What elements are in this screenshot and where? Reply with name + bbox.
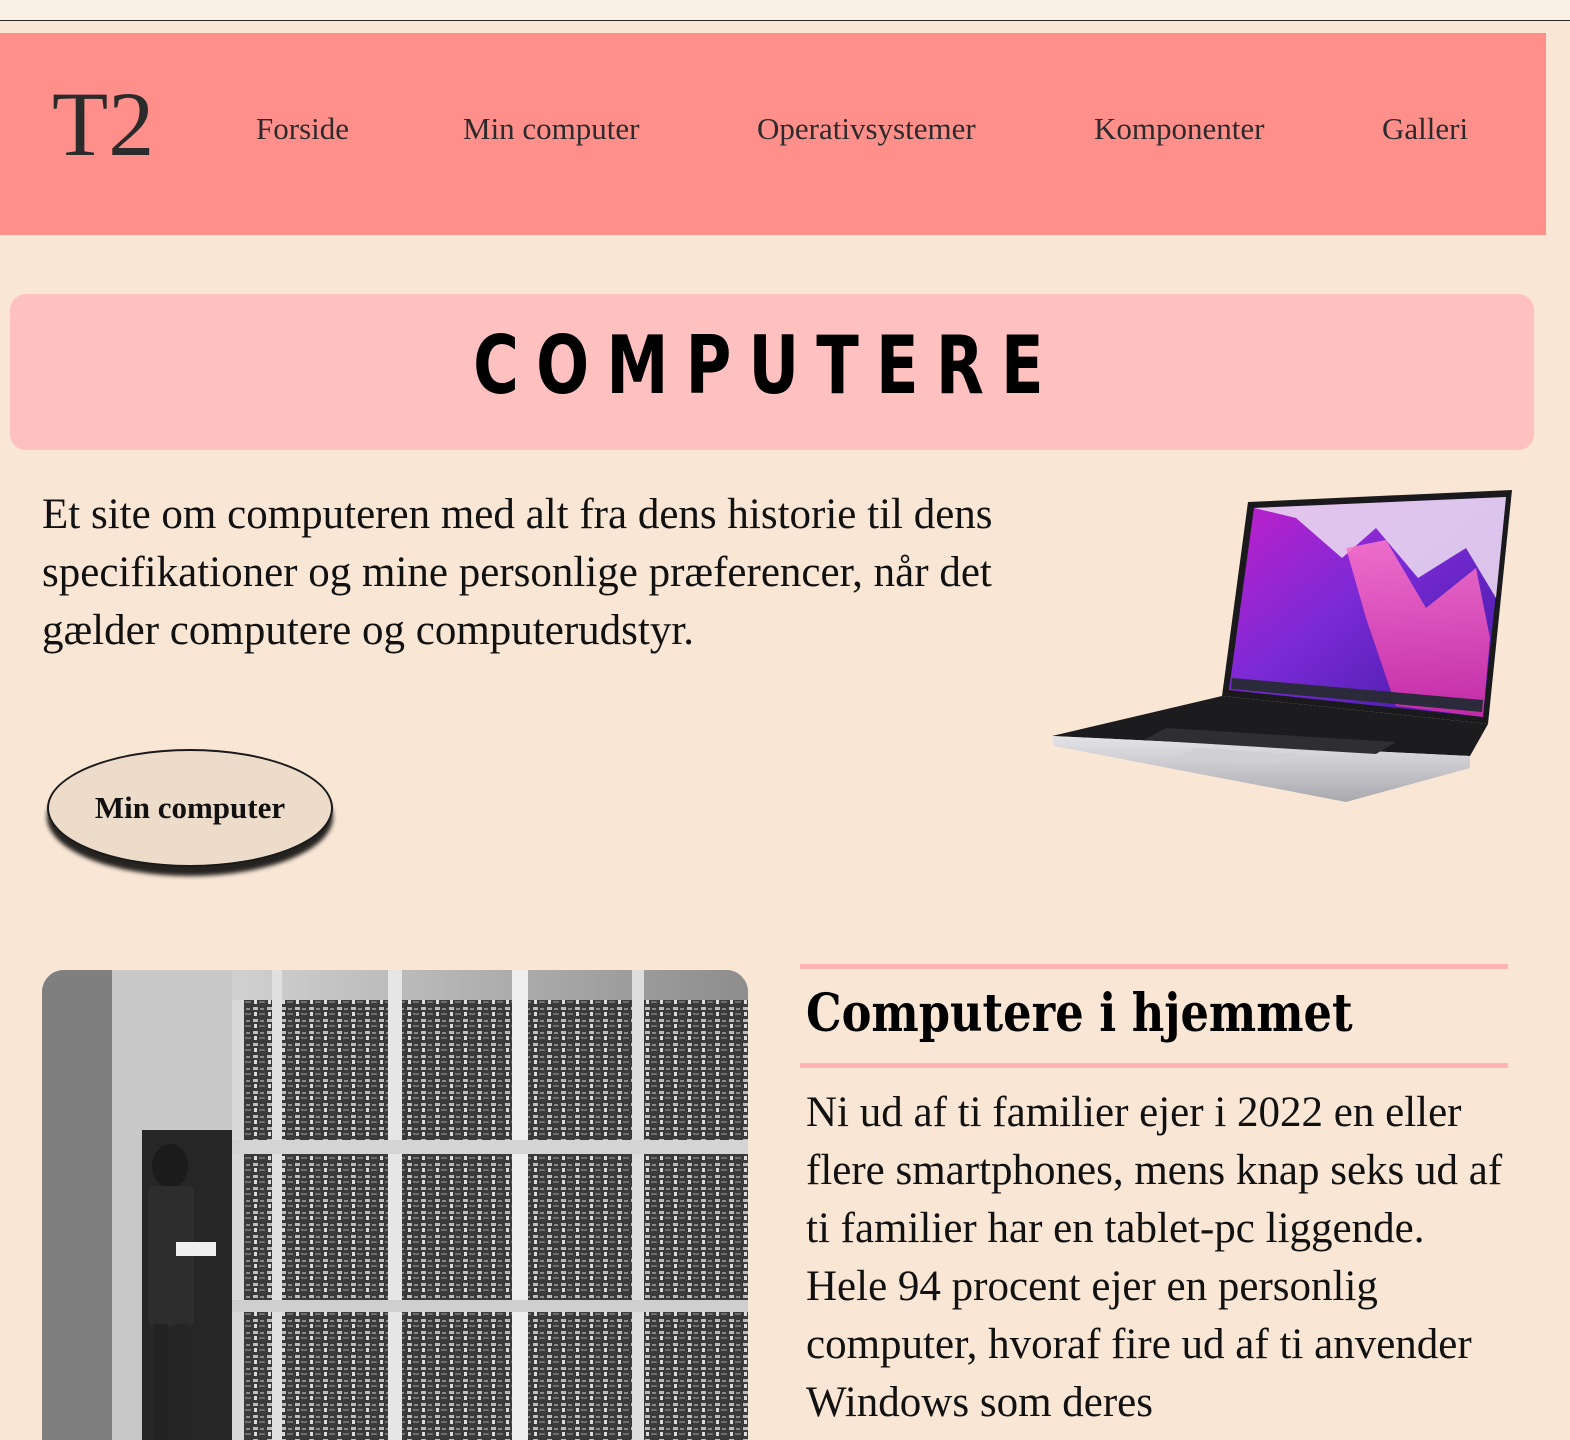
vintage-computer-photo (42, 970, 748, 1440)
section-bottom-rule (800, 1063, 1508, 1068)
section-top-rule (800, 964, 1508, 969)
page-title: COMPUTERE (473, 319, 1061, 412)
nav-item-galleri[interactable]: Galleri (1382, 113, 1468, 144)
site-logo[interactable]: T2 (52, 78, 154, 170)
laptop-image (1052, 490, 1512, 802)
intro-text: Et site om computeren med alt fra dens h… (42, 491, 993, 654)
nav-item-min-computer[interactable]: Min computer (463, 113, 640, 144)
home-computers-section: Computere i hjemmet Ni ud af ti familier… (800, 964, 1508, 1432)
min-computer-button[interactable]: Min computer (47, 749, 333, 867)
nav-item-operativsystemer[interactable]: Operativsystemer (757, 113, 976, 144)
browser-top-strip (0, 0, 1570, 21)
nav-item-komponenter[interactable]: Komponenter (1094, 113, 1264, 144)
section-title: Computere i hjemmet (806, 983, 1353, 1044)
section-body: Ni ud af ti familier ejer i 2022 en elle… (806, 1089, 1503, 1426)
nav-item-forside[interactable]: Forside (256, 113, 349, 144)
